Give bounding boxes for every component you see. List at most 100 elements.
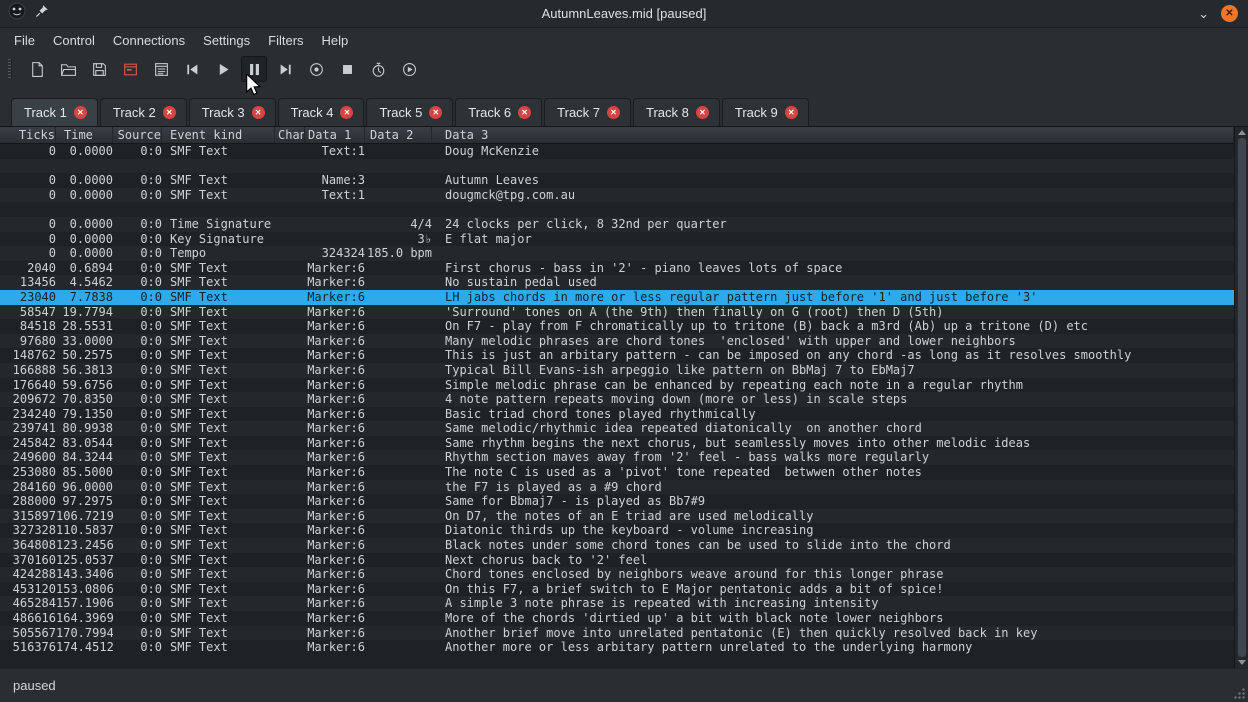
tab-close-icon[interactable]: ✕ xyxy=(74,106,87,119)
tab-track-2[interactable]: Track 2✕ xyxy=(100,98,187,126)
table-row[interactable]: 00.00000:0SMF TextText:1Doug McKenzie xyxy=(0,144,1234,159)
table-row[interactable]: 25308085.50000:0SMF TextMarker:6The note… xyxy=(0,465,1234,480)
cell-data3: Rhythm section maves away from '2' feel … xyxy=(432,450,1234,465)
table-row[interactable]: 370160125.05370:0SMF TextMarker:6Next ch… xyxy=(0,553,1234,568)
table-row[interactable]: 505567170.79940:0SMF TextMarker:6Another… xyxy=(0,626,1234,641)
column-header-ticks[interactable]: Ticks xyxy=(0,127,56,143)
scroll-down-icon[interactable] xyxy=(1238,660,1246,665)
vertical-scrollbar[interactable] xyxy=(1234,127,1248,668)
menu-help[interactable]: Help xyxy=(313,31,358,50)
resize-grip[interactable] xyxy=(1233,687,1245,699)
table-row[interactable] xyxy=(0,159,1234,174)
event-list-button[interactable] xyxy=(148,56,174,82)
table-row[interactable]: 16688856.38130:0SMF TextMarker:6Typical … xyxy=(0,363,1234,378)
stop-button[interactable] xyxy=(334,56,360,82)
new-file-button[interactable] xyxy=(24,56,50,82)
table-row[interactable]: 28416096.00000:0SMF TextMarker:6the F7 i… xyxy=(0,480,1234,495)
table-row[interactable]: 465284157.19060:0SMF TextMarker:6A simpl… xyxy=(0,596,1234,611)
record-button[interactable] xyxy=(303,56,329,82)
pin-icon[interactable] xyxy=(35,4,49,23)
table-row[interactable]: 453120153.08060:0SMF TextMarker:6On this… xyxy=(0,582,1234,597)
table-row[interactable]: 364808123.24560:0SMF TextMarker:6Black n… xyxy=(0,538,1234,553)
menu-file[interactable]: File xyxy=(5,31,44,50)
table-row[interactable]: 516376174.45120:0SMF TextMarker:6Another… xyxy=(0,640,1234,655)
table-row[interactable]: 00.00000:0Key Signature3♭E flat major xyxy=(0,232,1234,247)
shade-chevron-icon[interactable]: ⌄ xyxy=(1198,7,1209,20)
cell-data3: First chorus - bass in '2' - piano leave… xyxy=(432,261,1234,276)
table-row[interactable]: 28800097.29750:0SMF TextMarker:6Same for… xyxy=(0,494,1234,509)
table-row[interactable]: 00.00000:0Time Signature4/424 clocks per… xyxy=(0,217,1234,232)
tab-close-icon[interactable]: ✕ xyxy=(163,106,176,119)
open-file-button[interactable] xyxy=(55,56,81,82)
column-header-chan[interactable]: Chan xyxy=(275,127,305,143)
tab-close-icon[interactable]: ✕ xyxy=(785,106,798,119)
table-row[interactable]: 230407.78380:0SMF TextMarker:6LH jabs ch… xyxy=(0,290,1234,305)
table-row[interactable]: 14876250.25750:0SMF TextMarker:6This is … xyxy=(0,348,1234,363)
table-row[interactable]: 20967270.83500:0SMF TextMarker:64 note p… xyxy=(0,392,1234,407)
table-row[interactable]: 24584283.05440:0SMF TextMarker:6Same rhy… xyxy=(0,436,1234,451)
column-header-data2[interactable]: Data 2 xyxy=(365,127,432,143)
table-row[interactable]: 20400.68940:0SMF TextMarker:6First choru… xyxy=(0,261,1234,276)
column-header-source[interactable]: Source xyxy=(113,127,162,143)
column-header-time[interactable]: Time xyxy=(56,127,113,143)
timer-button[interactable] xyxy=(365,56,391,82)
table-row[interactable]: 00.00000:0SMF TextText:1dougmck@tpg.com.… xyxy=(0,188,1234,203)
cell-source: 0:0 xyxy=(113,144,162,159)
toolbar-grip[interactable] xyxy=(8,59,12,79)
tab-close-icon[interactable]: ✕ xyxy=(252,106,265,119)
tab-track-7[interactable]: Track 7✕ xyxy=(544,98,631,126)
table-row[interactable] xyxy=(0,202,1234,217)
table-row[interactable]: 00.00000:0SMF TextName:3Autumn Leaves xyxy=(0,173,1234,188)
tab-close-icon[interactable]: ✕ xyxy=(607,106,620,119)
titlebar[interactable]: AutumnLeaves.mid [paused] ⌄ ✕ xyxy=(0,0,1248,28)
cell-data1: Marker:6 xyxy=(305,421,365,436)
menu-filters[interactable]: Filters xyxy=(259,31,312,50)
scrollbar-thumb[interactable] xyxy=(1238,138,1246,657)
tab-track-1[interactable]: Track 1✕ xyxy=(11,98,98,126)
cell-source: 0:0 xyxy=(113,480,162,495)
table-row[interactable]: 315897106.72190:0SMF TextMarker:6On D7, … xyxy=(0,509,1234,524)
table-row[interactable]: 9768033.00000:0SMF TextMarker:6Many melo… xyxy=(0,334,1234,349)
table-row[interactable]: 486616164.39690:0SMF TextMarker:6More of… xyxy=(0,611,1234,626)
table-row[interactable]: 24960084.32440:0SMF TextMarker:6Rhythm s… xyxy=(0,450,1234,465)
tab-track-9[interactable]: Track 9✕ xyxy=(722,98,809,126)
table-row[interactable]: 23974180.99380:0SMF TextMarker:6Same mel… xyxy=(0,421,1234,436)
skip-forward-button[interactable] xyxy=(272,56,298,82)
menu-connections[interactable]: Connections xyxy=(104,31,194,50)
tab-track-3[interactable]: Track 3✕ xyxy=(189,98,276,126)
table-row[interactable]: 424288143.34060:0SMF TextMarker:6Chord t… xyxy=(0,567,1234,582)
tab-close-icon[interactable]: ✕ xyxy=(518,106,531,119)
table-row[interactable]: 327328110.58370:0SMF TextMarker:6Diatoni… xyxy=(0,523,1234,538)
column-header-data3[interactable]: Data 3 xyxy=(432,127,1234,143)
cell-ticks: 370160 xyxy=(0,553,56,568)
tab-close-icon[interactable]: ✕ xyxy=(429,106,442,119)
close-icon[interactable]: ✕ xyxy=(1221,5,1238,22)
cell-data2 xyxy=(365,407,432,422)
tab-track-6[interactable]: Track 6✕ xyxy=(455,98,542,126)
play-button[interactable] xyxy=(210,56,236,82)
column-header-kind[interactable]: Event kind xyxy=(162,127,275,143)
scroll-up-icon[interactable] xyxy=(1238,130,1246,135)
cell-ticks: 239741 xyxy=(0,421,56,436)
continuous-play-button[interactable] xyxy=(396,56,422,82)
tab-close-icon[interactable]: ✕ xyxy=(340,106,353,119)
cell-data3: the F7 is played as a #9 chord xyxy=(432,480,1234,495)
table-row[interactable]: 134564.54620:0SMF TextMarker:6No sustain… xyxy=(0,275,1234,290)
cell-chan xyxy=(275,611,305,626)
table-row[interactable]: 8451828.55310:0SMF TextMarker:6On F7 - p… xyxy=(0,319,1234,334)
column-header-data1[interactable]: Data 1 xyxy=(305,127,365,143)
save-file-button[interactable] xyxy=(86,56,112,82)
table-row[interactable]: 17664059.67560:0SMF TextMarker:6Simple m… xyxy=(0,378,1234,393)
menu-settings[interactable]: Settings xyxy=(194,31,259,50)
tab-track-8[interactable]: Track 8✕ xyxy=(633,98,720,126)
record-events-button[interactable] xyxy=(117,56,143,82)
table-row[interactable]: 23424079.13500:0SMF TextMarker:6Basic tr… xyxy=(0,407,1234,422)
tab-close-icon[interactable]: ✕ xyxy=(696,106,709,119)
cell-ticks: 245842 xyxy=(0,436,56,451)
table-row[interactable]: 00.00000:0Tempo324324185.0 bpm xyxy=(0,246,1234,261)
skip-backward-button[interactable] xyxy=(179,56,205,82)
table-row[interactable]: 5854719.77940:0SMF TextMarker:6'Surround… xyxy=(0,305,1234,320)
tab-track-4[interactable]: Track 4✕ xyxy=(278,98,365,126)
menu-control[interactable]: Control xyxy=(44,31,104,50)
tab-track-5[interactable]: Track 5✕ xyxy=(366,98,453,126)
